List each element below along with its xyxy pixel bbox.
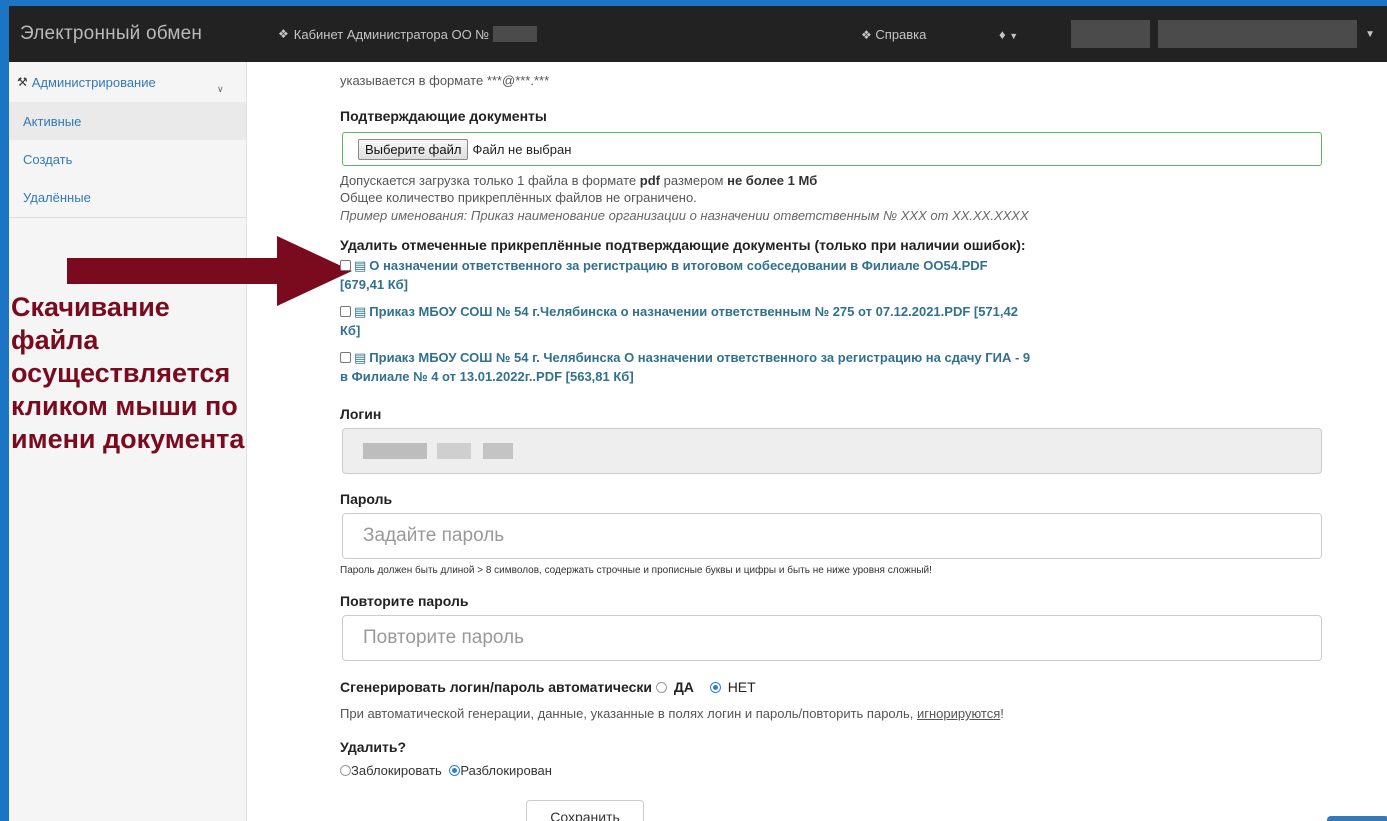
autogen-no-radio[interactable] [709,682,721,693]
sidebar-header-administration[interactable]: ⚒ Администрирование ∨ [9,62,246,102]
annotation-line: имени документа [11,424,245,454]
autogen-note-text: При автоматической генерации, данные, ук… [340,706,914,721]
help-link[interactable]: ❖ Справка [861,27,926,42]
annotation-line: кликом мыши по [11,391,238,421]
password-rule-hint: Пароль должен быть длиной > 8 символов, … [340,565,932,576]
lock-radio[interactable] [340,765,351,776]
sidebar-item-active[interactable]: Активные [9,102,246,140]
sidebar-item-label: Активные [23,113,82,129]
login-field[interactable] [342,428,1322,474]
delete-documents-label: Удалить отмеченные прикреплённые подтвер… [340,237,1026,253]
chevron-down-icon: ∨ [217,84,224,94]
annotation-line: Скачивание [11,292,170,322]
chevron-down-icon: ▼ [1365,28,1375,40]
redacted-user-details [1158,20,1358,48]
redacted-login [483,443,513,459]
document-link-size[interactable]: в Филиале № 4 от 13.01.2022г..PDF [563,8… [340,367,1030,386]
password-field[interactable]: Задайте пароль [342,513,1322,559]
upload-hint-format: pdf [639,173,661,188]
sidebar-item-label: Удалённые [23,189,91,205]
bell-icon: ♦ [999,26,1006,42]
autogen-note: При автоматической генерации, данные, ук… [340,706,1004,721]
notifications-menu[interactable]: ♦ ▼ [999,27,1018,42]
brand-title[interactable]: Электронный обмен [20,23,278,45]
pdf-file-icon: ▤ [354,258,367,273]
upload-hint-size: Допускается загрузка только 1 файла в фо… [340,173,817,188]
upload-hint-naming: Пример именования: Приказ наименование о… [340,208,1029,223]
annotation-text: Скачивание файла осуществляется кликом м… [11,291,321,456]
upload-hint-text: размером [663,173,724,188]
annotation-line: осуществляется [11,358,231,388]
document-checkbox[interactable] [340,260,351,271]
document-item: ▤ Приказ МБОУ СОШ № 54 г.Челябинска о наз… [340,302,1018,340]
autogen-label: Сгенерировать логин/пароль автоматически [340,679,653,695]
cabinet-label: Кабинет Администратора ОО № [293,26,490,42]
document-checkbox[interactable] [340,352,351,363]
unlock-option-label[interactable]: Разблокирован [460,763,552,778]
document-link[interactable]: Приказ МБОУ СОШ № 54 г.Челябинска о назн… [369,304,1018,319]
save-button[interactable]: Сохранить [526,800,644,821]
file-status-text: Файл не выбран [472,141,572,157]
document-link[interactable]: О назначении ответственного за регистрац… [369,258,987,273]
file-upload-field[interactable]: Выберите файл Файл не выбран [342,132,1322,166]
sidebar-item-label: Создать [23,151,73,167]
autogen-row: Сгенерировать логин/пароль автоматически… [340,679,756,695]
redacted-login [363,443,427,459]
delete-label: Удалить? [340,739,407,755]
sidebar-item-deleted[interactable]: Удалённые [9,178,246,216]
repeat-password-placeholder: Повторите пароль [363,627,525,648]
document-link[interactable]: Приакз МБОУ СОШ № 54 г. Челябинска О наз… [369,350,1030,365]
document-item: ▤ О назначении ответственного за регистра… [340,256,988,294]
autogen-note-text: ! [1000,706,1004,721]
top-navbar: Электронный обмен ❖ Кабинет Администрато… [9,6,1387,62]
pdf-file-icon: ▤ [354,304,367,319]
upload-hint-text: Допускается загрузка только 1 файла в фо… [340,173,637,188]
cabinet-menu[interactable]: ❖ Кабинет Администратора ОО № [278,26,538,42]
autogen-note-link[interactable]: игнорируются [917,706,1000,721]
info-icon: ❖ [861,27,872,42]
annotation-line: файла [11,325,99,355]
redacted-school-number [493,26,538,42]
autogen-no-label[interactable]: НЕТ [728,679,756,695]
corner-button[interactable] [1327,816,1387,821]
upload-hint-limit: не более 1 Мб [727,173,818,188]
lock-option-label[interactable]: Заблокировать [351,763,442,778]
email-format-hint: указывается в формате ***@***.*** [340,73,550,88]
document-link-size[interactable]: Кб] [340,321,1018,340]
repeat-password-field[interactable]: Повторите пароль [342,615,1322,661]
redacted-login [437,443,471,459]
documents-label: Подтверждающие документы [340,108,547,124]
home-icon: ❖ [278,27,289,41]
sidebar-header-label: Администрирование [31,74,156,90]
choose-file-button[interactable]: Выберите файл [358,138,469,160]
pdf-file-icon: ▤ [354,350,367,365]
lock-options: Заблокировать Разблокирован [340,763,552,778]
password-placeholder: Задайте пароль [363,525,505,546]
user-menu[interactable]: ▼ [1071,18,1379,50]
autogen-yes-radio[interactable] [655,682,667,693]
password-label: Пароль [340,491,393,507]
sidebar-item-create[interactable]: Создать [9,140,246,178]
repeat-password-label: Повторите пароль [340,593,469,609]
login-label: Логин [340,406,382,422]
document-item: ▤ Приакз МБОУ СОШ № 54 г. Челябинска О на… [340,348,1030,386]
document-link-size[interactable]: [679,41 Кб] [340,275,988,294]
autogen-yes-label[interactable]: ДА [674,679,694,695]
unlock-radio[interactable] [449,765,461,776]
redacted-user-name [1071,20,1151,48]
chevron-down-icon: ▼ [1009,30,1019,41]
wrench-icon: ⚒ [17,75,28,89]
sidebar-divider [9,217,246,218]
help-label: Справка [875,26,927,42]
upload-hint-count: Общее количество прикреплённых файлов не… [340,190,697,205]
document-checkbox[interactable] [340,306,351,317]
